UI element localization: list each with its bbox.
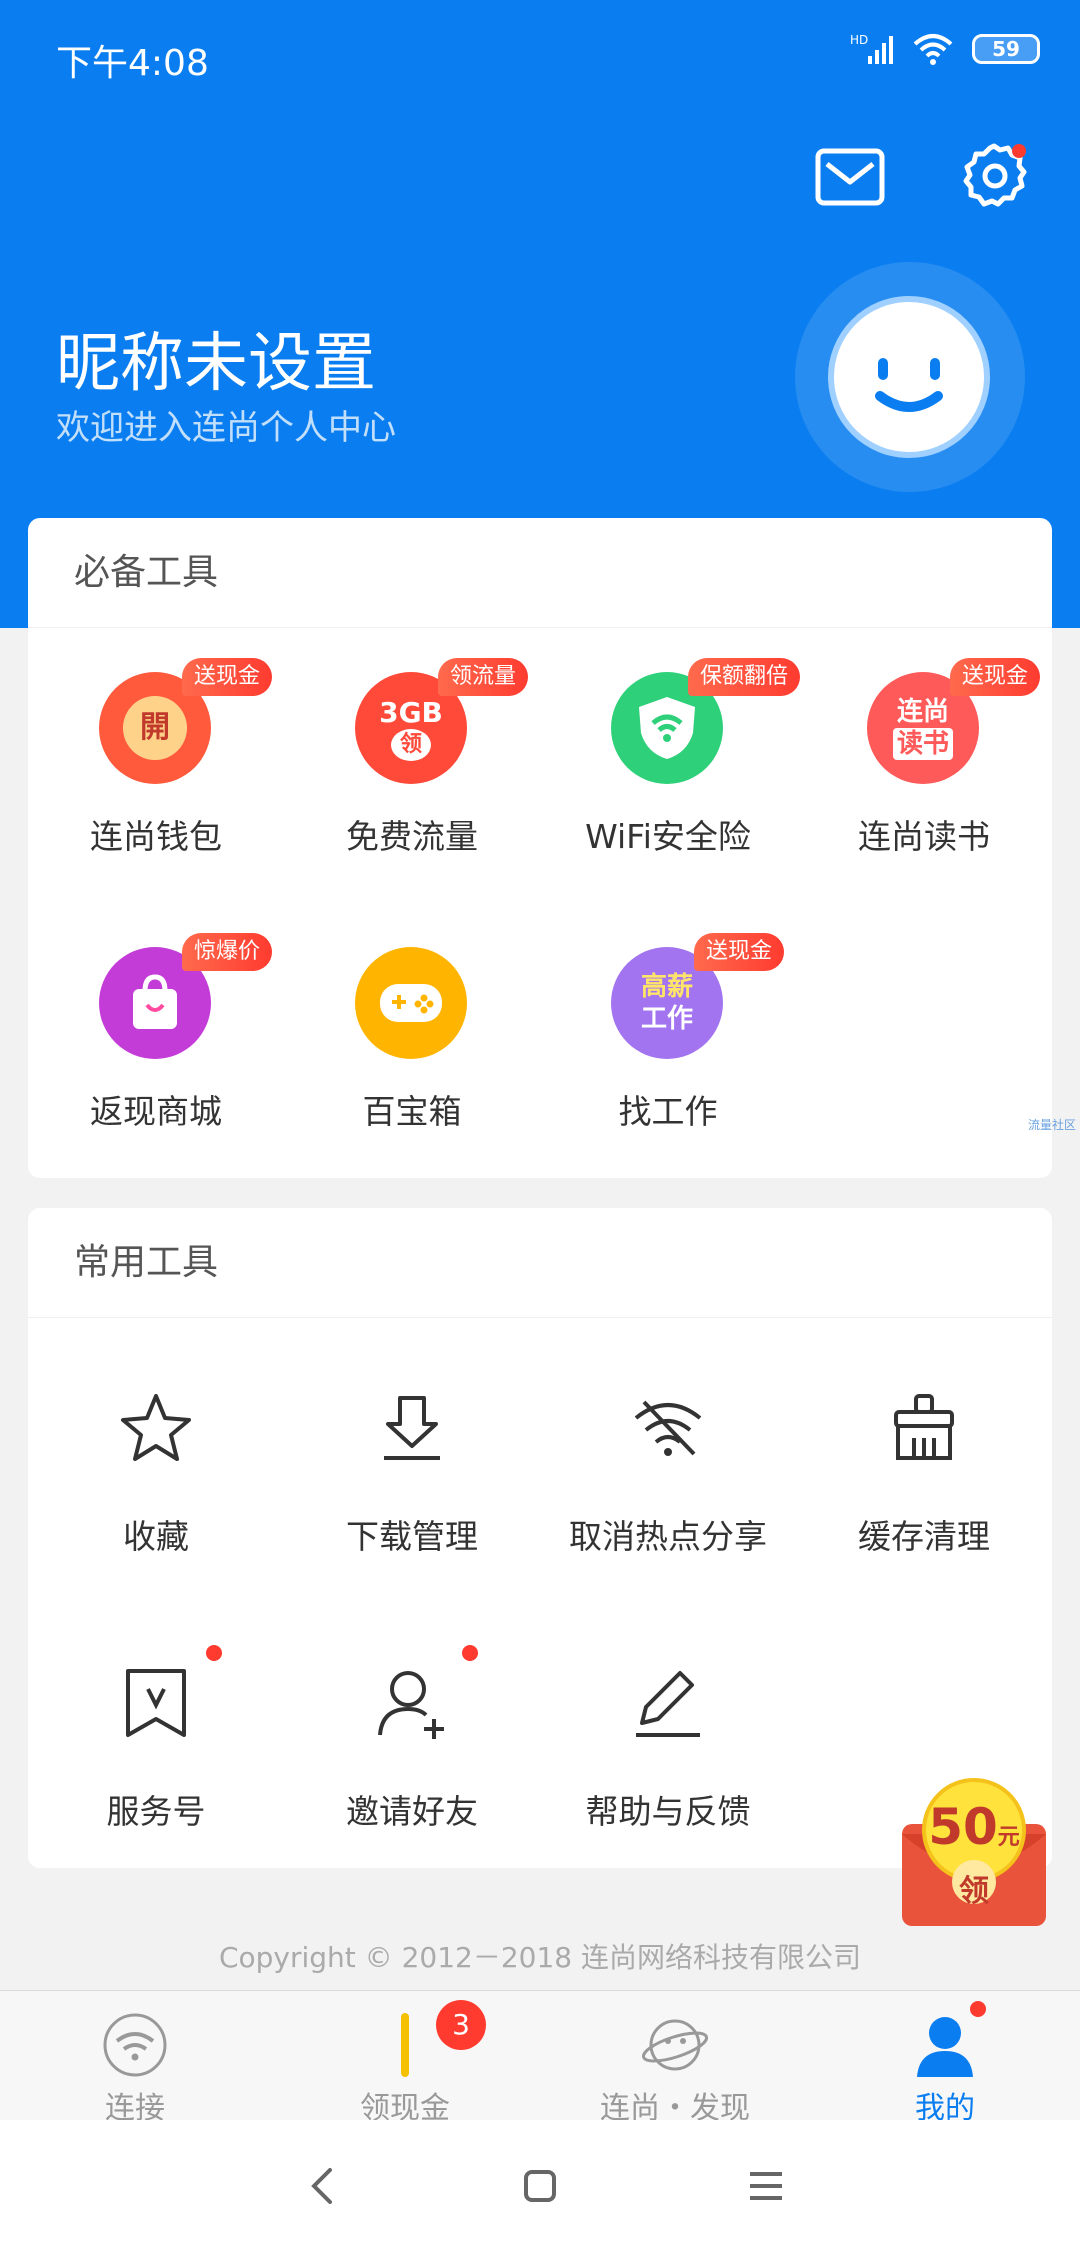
- menu-icon[interactable]: [738, 2158, 794, 2214]
- cache-clean-item[interactable]: 缓存清理: [796, 1318, 1052, 1558]
- free-data-label: 免费流量: [346, 817, 478, 856]
- common-tools-title: 常用工具: [28, 1208, 1052, 1318]
- cache-clean-label: 缓存清理: [858, 1517, 990, 1556]
- download-manager-item[interactable]: 下载管理: [284, 1318, 540, 1558]
- broom-icon: [894, 1394, 954, 1460]
- signal-icon: HD: [850, 33, 893, 64]
- wifi-icon: [913, 34, 953, 65]
- gamepad-icon: [355, 947, 467, 1059]
- find-job-item[interactable]: 高薪 工作 送现金 找工作: [540, 903, 796, 1143]
- wifi-off-icon: [634, 1400, 702, 1456]
- wallet-item[interactable]: 開 送现金 连尚钱包: [28, 628, 284, 868]
- help-feedback-label: 帮助与反馈: [585, 1792, 751, 1831]
- wallet-label: 连尚钱包: [90, 817, 222, 856]
- red-packet-amount: 50元: [928, 1798, 1020, 1856]
- tab-cash[interactable]: 领现金: [270, 1991, 540, 2126]
- tab-discover[interactable]: 连尚・发现: [540, 1991, 810, 2126]
- service-account-item[interactable]: 服务号: [28, 1593, 284, 1833]
- treasure-box-item[interactable]: 百宝箱: [284, 903, 540, 1143]
- favorites-item[interactable]: 收藏: [28, 1318, 284, 1558]
- add-user-icon: [378, 1671, 444, 1739]
- red-packet-action: 领: [959, 1874, 989, 1909]
- favorites-label: 收藏: [123, 1517, 189, 1556]
- wifi-insurance-label: WiFi安全险: [585, 817, 751, 856]
- copyright: Copyright © 2012－2018 连尚网络科技有限公司: [218, 1941, 862, 1974]
- red-packet-button[interactable]: 50元 领: [898, 1778, 1050, 1930]
- side-hint[interactable]: 流量社区: [1028, 1116, 1076, 1133]
- bottom-tab-bar: 连接 领现金 连尚・发现 我的: [0, 1990, 1080, 2126]
- battery-indicator: 59: [972, 34, 1040, 64]
- wifi-insurance-item[interactable]: 保额翻倍 WiFi安全险: [540, 628, 801, 868]
- reading-item[interactable]: 连尚 读书 送现金 连尚读书: [796, 628, 1052, 868]
- wifi-insurance-badge: 保额翻倍: [688, 658, 801, 696]
- pencil-icon: [636, 1671, 700, 1737]
- system-nav-bar: [0, 2120, 1080, 2248]
- tab-me[interactable]: 我的: [810, 1991, 1080, 2126]
- reading-label: 连尚读书: [858, 817, 990, 856]
- smiley-icon: [875, 358, 943, 412]
- download-manager-label: 下载管理: [346, 1517, 478, 1556]
- invite-friends-dot: [462, 1645, 478, 1661]
- wallet-badge: 送现金: [182, 658, 273, 696]
- invite-friends-label: 邀请好友: [346, 1792, 478, 1831]
- cashback-mall-badge: 惊爆价: [182, 933, 273, 971]
- free-data-item[interactable]: 3GB 领 领流量 免费流量: [284, 628, 540, 868]
- find-job-badge: 送现金: [694, 933, 785, 971]
- free-data-badge: 领流量: [438, 658, 529, 696]
- bookmark-v-icon: [126, 1669, 186, 1737]
- cashback-mall-item[interactable]: 惊爆价 返现商城: [28, 903, 284, 1143]
- essential-tools-title: 必备工具: [28, 518, 1052, 628]
- person-icon: [917, 2017, 973, 2077]
- cancel-hotspot-item[interactable]: 取消热点分享: [540, 1318, 796, 1558]
- reading-badge: 送现金: [950, 658, 1041, 696]
- coin-icon: [401, 2013, 409, 2077]
- status-icons: HD 59: [850, 32, 1040, 66]
- tab-connect[interactable]: 连接: [0, 1991, 270, 2126]
- treasure-box-label: 百宝箱: [362, 1092, 462, 1131]
- find-job-label: 找工作: [618, 1092, 718, 1131]
- essential-tools-card: 必备工具 開 送现金 连尚钱包 3GB 领 领流量 免费流量 保额翻倍 WiFi…: [28, 518, 1052, 1178]
- settings-notification-dot: [1012, 144, 1026, 158]
- cancel-hotspot-label: 取消热点分享: [569, 1517, 767, 1556]
- mail-icon[interactable]: [815, 148, 885, 206]
- nickname[interactable]: 昵称未设置: [56, 312, 376, 404]
- service-account-dot: [206, 1645, 222, 1661]
- service-account-label: 服务号: [106, 1792, 206, 1831]
- tab-me-dot: [970, 2001, 986, 2017]
- status-time: 下午4:08: [56, 43, 209, 84]
- common-tools-card: 常用工具 收藏 下载管理 取消热点分享 缓存清理 服务号 邀请好友 帮助与反馈: [28, 1208, 1052, 1868]
- svg-text:HD: HD: [850, 33, 868, 47]
- shield-icon: [639, 697, 695, 759]
- home-icon[interactable]: [512, 2158, 568, 2214]
- wifi-icon: [103, 2013, 167, 2077]
- help-feedback-item[interactable]: 帮助与反馈: [540, 1593, 796, 1833]
- planet-icon: [641, 2019, 709, 2071]
- tab-cash-badge: 3: [436, 2000, 486, 2050]
- download-icon: [384, 1396, 440, 1460]
- invite-friends-item[interactable]: 邀请好友: [284, 1593, 540, 1833]
- star-icon: [121, 1394, 191, 1461]
- avatar[interactable]: [828, 296, 990, 458]
- cashback-mall-label: 返现商城: [90, 1092, 222, 1131]
- back-icon[interactable]: [294, 2158, 350, 2214]
- welcome-text: 欢迎进入连尚个人中心: [56, 408, 396, 448]
